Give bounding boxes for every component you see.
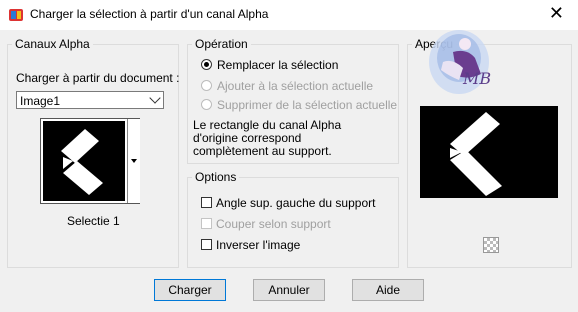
checkbox-inverser[interactable] (201, 239, 212, 250)
annuler-button[interactable]: Annuler (253, 279, 325, 301)
checkbox-inverser-label[interactable]: Inverser l'image (216, 238, 300, 252)
preview-image (420, 106, 558, 198)
window-title: Charger la sélection à partir d'un canal… (30, 7, 269, 21)
checkbox-couper[interactable] (201, 218, 212, 229)
channel-shape-icon (61, 129, 103, 195)
svg-text:MB: MB (462, 69, 491, 88)
radio-ajouter-label[interactable]: Ajouter à la sélection actuelle (217, 79, 373, 93)
preview-shape-icon (450, 112, 502, 196)
channel-thumbnail (43, 121, 125, 201)
checkerboard-icon[interactable] (483, 237, 499, 253)
operation-legend: Opération (192, 37, 251, 51)
aide-button[interactable]: Aide (352, 279, 424, 301)
options-legend: Options (192, 170, 240, 184)
load-from-document-label: Charger à partir du document : (16, 71, 180, 85)
close-icon[interactable]: ✕ (549, 3, 564, 23)
channel-thumbnail-picker[interactable] (40, 118, 140, 204)
radio-supprimer[interactable] (201, 99, 212, 110)
charger-button[interactable]: Charger (154, 279, 226, 301)
channel-caption: Selectie 1 (67, 214, 120, 228)
checkbox-couper-label[interactable]: Couper selon support (216, 217, 331, 231)
operation-info-line-3: complètement au support. (193, 144, 332, 158)
operation-info-line-2: d'origine correspond (193, 131, 302, 145)
checkbox-angle-sup[interactable] (201, 197, 212, 208)
caret-down-icon (131, 159, 137, 163)
checkbox-angle-sup-label[interactable]: Angle sup. gauche du support (216, 196, 375, 210)
operation-info-line-1: Le rectangle du canal Alpha (193, 118, 342, 132)
document-select[interactable]: Image1 (16, 91, 164, 109)
canaux-alpha-legend: Canaux Alpha (12, 37, 93, 51)
title-bar: Charger la sélection à partir d'un canal… (0, 0, 578, 30)
thumbnail-dropdown-button[interactable] (127, 119, 140, 203)
app-icon (9, 9, 23, 21)
radio-ajouter[interactable] (201, 80, 212, 91)
radio-remplacer[interactable] (201, 59, 212, 70)
watermark-logo: MB (429, 30, 491, 94)
radio-supprimer-label[interactable]: Supprimer de la sélection actuelle (217, 98, 397, 112)
radio-remplacer-label[interactable]: Remplacer la sélection (217, 58, 338, 72)
document-select-value: Image1 (20, 94, 61, 108)
chevron-down-icon (149, 92, 161, 104)
